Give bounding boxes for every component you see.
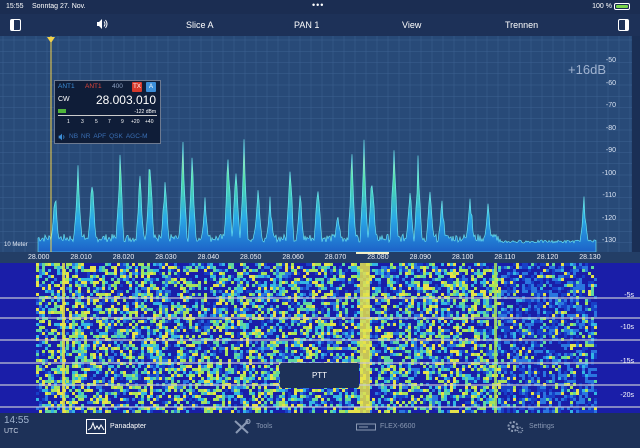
s-meter-bar [58,109,66,113]
s-meter-line [58,115,157,116]
reference-level[interactable]: +16dB [568,62,606,77]
filter-width[interactable]: 400 [112,83,123,90]
speaker-icon[interactable] [96,18,108,32]
tx-antenna[interactable]: ANT1 [85,83,102,90]
tab-settings[interactable]: Settings [505,419,554,434]
battery-icon [614,3,630,10]
status-time: 15:55 [6,3,24,10]
frequency-tick: 28.110 [494,254,516,261]
s-scale-1: 1 [67,119,70,125]
radio-icon [356,423,376,431]
slice-menu[interactable]: Slice A [186,20,214,30]
s-scale-7: 7 [108,119,111,125]
time-label-10s: -10s [620,324,634,331]
frequency-axis[interactable]: 28.000 28.010 28.020 28.030 28.040 28.050 28.0… [0,252,640,263]
slice-letter-badge[interactable]: A [146,82,156,92]
db-scale-strip[interactable] [632,36,640,252]
s-scale-20: +20 [131,119,140,125]
status-date: Sonntag 27. Nov. [32,3,86,10]
db-label: -60 [605,79,616,87]
frequency-tick: 28.060 [282,254,304,261]
tab-tools-label: Tools [256,423,273,430]
tab-panadapter[interactable]: Panadapter [86,419,146,434]
db-label: -100 [601,169,616,177]
frequency-tick: 28.120 [536,254,559,261]
tab-radio[interactable]: FLEX-6600 [356,419,415,434]
rx-antenna[interactable]: ANT1 [58,83,75,90]
nr-toggle[interactable]: NR [81,133,90,141]
frequency-tick: 28.050 [240,254,262,261]
view-menu[interactable]: View [402,20,421,30]
waterfall-display[interactable] [0,263,640,413]
frequency-tick: 28.070 [324,254,347,261]
utc-label: UTC [4,428,19,435]
slice-options: NB NR APF QSK AGC-M [58,133,147,141]
frequency-tick: 28.020 [112,254,135,261]
audio-icon[interactable] [58,133,66,141]
tools-icon [234,419,251,434]
frequency-tick: 28.010 [70,254,92,261]
menu-bar: Slice A PAN 1 View Trennen [0,14,640,36]
tab-bar: 14:55 UTC Panadapter Tools FLEX-6600 Set… [0,413,640,448]
band-label: 10 Meter [4,242,28,248]
panadapter-icon [86,419,106,434]
panadapter[interactable]: -50 -60 -70 -80 -90 -100 -110 -120 -130 +16dB 10… [0,36,640,252]
s-scale-5: 5 [95,119,98,125]
db-label: -110 [602,192,617,199]
gear-icon [507,421,524,434]
split-menu[interactable]: Trennen [505,20,538,30]
status-bar: 15:55 Sonntag 27. Nov. ••• 100 % [0,0,640,14]
frequency-tick: 28.090 [409,254,432,261]
spectrum-display[interactable] [0,36,640,252]
time-label-15s: -15s [620,358,634,365]
battery-status: 100 % [592,3,630,10]
tab-panadapter-label: Panadapter [110,423,147,430]
waterfall[interactable]: -5s -10s -15s -20s PTT [0,263,640,413]
apf-toggle[interactable]: APF [93,133,106,141]
db-label: -80 [605,124,616,132]
qsk-toggle[interactable]: QSK [109,133,123,141]
frequency-tick: 28.130 [579,254,601,261]
battery-text: 100 % [592,3,612,10]
db-label: -90 [605,147,616,154]
frequency-tick: 28.040 [197,254,220,261]
db-label: -50 [605,57,616,64]
spectrum-trace [37,139,597,252]
frequency-tick: 28.030 [155,254,177,261]
frequency-tick: 28.000 [28,254,50,261]
db-label: -130 [601,237,616,244]
left-panel-toggle-icon[interactable] [10,19,21,31]
tab-radio-label: FLEX-6600 [380,423,416,430]
agc-toggle[interactable]: AGC-M [126,133,148,141]
ptt-button[interactable]: PTT [280,363,359,388]
db-label: -70 [605,102,616,109]
multitask-dots[interactable]: ••• [312,0,324,10]
tab-settings-label: Settings [529,423,555,430]
time-label-5s: -5s [624,292,634,299]
frequency-tick: 28.080 [367,254,389,261]
s-scale-3: 3 [81,119,84,125]
s-scale-40: +40 [145,119,154,125]
tab-tools[interactable]: Tools [232,419,272,434]
nb-toggle[interactable]: NB [69,133,78,141]
slice-flag[interactable]: ANT1 ANT1 400 TX A CW 28.003.010 -122 dB… [54,80,161,144]
frequency-tick: 28.100 [452,254,474,261]
time-label-20s: -20s [620,392,634,399]
utc-time: 14:55 [4,415,30,426]
s-scale-9: 9 [121,119,124,125]
pan-menu[interactable]: PAN 1 [294,20,319,30]
mode-label[interactable]: CW [58,96,70,103]
db-label: -120 [601,214,616,222]
right-panel-toggle-icon[interactable] [618,19,629,31]
frequency-display[interactable]: 28.003.010 [96,93,156,107]
tx-badge[interactable]: TX [132,82,142,92]
